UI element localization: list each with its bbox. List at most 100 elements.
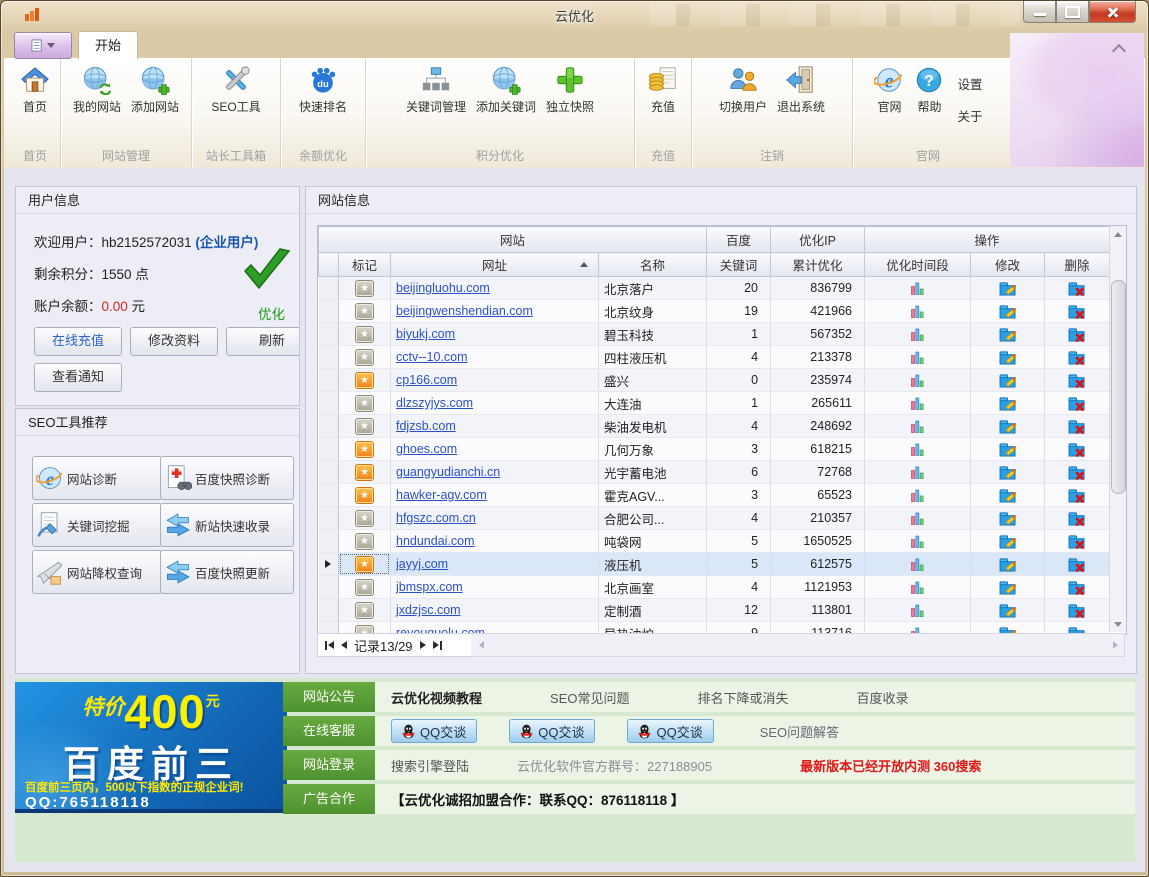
chart-icon[interactable] [911, 466, 924, 479]
star-icon[interactable]: ★ [355, 464, 374, 481]
ribbon-button-official-site[interactable]: e官网 [869, 63, 909, 117]
ribbon-button-help[interactable]: ?帮助 [909, 63, 949, 117]
table-row[interactable]: ★guangyudianchi.cn光宇蓄电池672768 [319, 461, 1110, 484]
mark-cell[interactable]: ★ [339, 346, 391, 369]
chart-icon[interactable] [911, 558, 924, 571]
chart-icon[interactable] [911, 535, 924, 548]
star-icon[interactable]: ★ [355, 303, 374, 320]
edit-icon[interactable] [999, 580, 1017, 595]
ribbon-button-add-keyword[interactable]: 添加关键词 [471, 63, 541, 117]
scroll-down-button[interactable] [1110, 616, 1126, 632]
column-header-edit[interactable]: 修改 [971, 253, 1045, 277]
edit-profile-button[interactable]: 修改资料 [130, 327, 218, 356]
chart-icon[interactable] [911, 351, 924, 364]
edit-icon[interactable] [999, 373, 1017, 388]
table-row[interactable]: ★cp166.com盛兴0235974 [319, 369, 1110, 392]
mark-cell[interactable]: ★ [339, 530, 391, 553]
table-row[interactable]: ★fdjzsb.com柴油发电机4248692 [319, 415, 1110, 438]
notice-link[interactable]: 百度收录 [857, 688, 909, 707]
site-demote-check-button[interactable]: 网站降权查询 [32, 550, 162, 594]
last-record-button[interactable] [433, 641, 442, 650]
chart-icon[interactable] [911, 328, 924, 341]
ribbon-button-seo-tools[interactable]: SEO工具 [206, 63, 265, 117]
app-menu-button[interactable] [14, 32, 72, 59]
prev-record-button[interactable] [341, 641, 347, 649]
delete-icon[interactable] [1068, 327, 1086, 342]
keyword-dig-button[interactable]: 关键词挖掘 [32, 503, 162, 547]
chart-icon[interactable] [911, 420, 924, 433]
delete-icon[interactable] [1068, 350, 1086, 365]
chart-icon[interactable] [911, 305, 924, 318]
mark-cell[interactable]: ★ [339, 277, 391, 300]
maximize-button[interactable] [1056, 1, 1089, 23]
delete-icon[interactable] [1068, 465, 1086, 480]
star-icon[interactable]: ★ [355, 326, 374, 343]
qq-chat-button[interactable]: QQ交谈 [627, 719, 713, 743]
scrollbar-thumb[interactable] [1111, 280, 1126, 494]
chart-icon[interactable] [911, 374, 924, 387]
view-notice-button[interactable]: 查看通知 [34, 363, 122, 392]
star-icon[interactable]: ★ [355, 441, 374, 458]
star-icon[interactable]: ★ [355, 533, 374, 550]
star-icon[interactable]: ★ [355, 510, 374, 527]
scroll-up-button[interactable] [1110, 226, 1126, 242]
site-link[interactable]: fdjzsb.com [396, 419, 456, 433]
site-link[interactable]: jbmspx.com [396, 580, 463, 594]
delete-icon[interactable] [1068, 442, 1086, 457]
star-icon[interactable]: ★ [355, 418, 374, 435]
edit-icon[interactable] [999, 534, 1017, 549]
mark-cell[interactable]: ★ [339, 484, 391, 507]
site-link[interactable]: biyukj.com [396, 327, 455, 341]
new-site-fast-index-button[interactable]: 新站快速收录 [160, 503, 294, 547]
chart-icon[interactable] [911, 282, 924, 295]
table-row[interactable]: ★jxdzjsc.com定制酒12113801 [319, 599, 1110, 622]
notice-link[interactable]: 云优化视频教程 [391, 688, 482, 707]
edit-icon[interactable] [999, 465, 1017, 480]
chart-icon[interactable] [911, 512, 924, 525]
column-header-url[interactable]: 网址 [391, 253, 599, 277]
column-header-name[interactable]: 名称 [599, 253, 707, 277]
column-header-period[interactable]: 优化时间段 [865, 253, 971, 277]
delete-icon[interactable] [1068, 281, 1086, 296]
site-link[interactable]: beijingluohu.com [396, 281, 490, 295]
delete-icon[interactable] [1068, 580, 1086, 595]
delete-icon[interactable] [1068, 304, 1086, 319]
tab-start[interactable]: 开始 [78, 31, 138, 59]
ribbon-button-quick-rank[interactable]: du快速排名 [294, 63, 352, 117]
chart-icon[interactable] [911, 443, 924, 456]
star-icon[interactable]: ★ [355, 487, 374, 504]
table-row[interactable]: ★cctv--10.com四柱液压机4213378 [319, 346, 1110, 369]
edit-icon[interactable] [999, 557, 1017, 572]
table-row[interactable]: ★hfgszc.com.cn合肥公司...4210357 [319, 507, 1110, 530]
table-row[interactable]: ★hndundai.com吨袋网51650525 [319, 530, 1110, 553]
mark-cell[interactable]: ★ [339, 553, 391, 576]
edit-icon[interactable] [999, 304, 1017, 319]
table-row[interactable]: ★jayyj.com液压机5612575 [319, 553, 1110, 576]
edit-icon[interactable] [999, 442, 1017, 457]
horizontal-scrollbar[interactable] [471, 633, 1125, 657]
collapse-ribbon-button[interactable] [1111, 42, 1127, 56]
table-row[interactable]: ★beijingwenshendian.com北京纹身19421966 [319, 300, 1110, 323]
qq-chat-button[interactable]: QQ交谈 [391, 719, 477, 743]
baidu-snapshot-update-button[interactable]: 百度快照更新 [160, 550, 294, 594]
star-icon[interactable]: ★ [355, 395, 374, 412]
site-link[interactable]: guangyudianchi.cn [396, 465, 500, 479]
first-record-button[interactable] [325, 641, 334, 650]
ribbon-button-about[interactable]: 关于 [953, 105, 986, 126]
mark-cell[interactable]: ★ [339, 369, 391, 392]
edit-icon[interactable] [999, 396, 1017, 411]
chart-icon[interactable] [911, 489, 924, 502]
mark-cell[interactable]: ★ [339, 323, 391, 346]
edit-icon[interactable] [999, 488, 1017, 503]
column-header-keywords[interactable]: 关键词 [707, 253, 771, 277]
table-row[interactable]: ★biyukj.com碧玉科技1567352 [319, 323, 1110, 346]
delete-icon[interactable] [1068, 488, 1086, 503]
notice-link[interactable]: SEO常见问题 [550, 688, 629, 707]
minimize-button[interactable] [1023, 1, 1056, 23]
site-link[interactable]: hawker-agv.com [396, 488, 487, 502]
column-header-delete[interactable]: 删除 [1045, 253, 1110, 277]
star-icon[interactable]: ★ [355, 280, 374, 297]
online-recharge-button[interactable]: 在线充值 [34, 327, 122, 356]
edit-icon[interactable] [999, 603, 1017, 618]
star-icon[interactable]: ★ [355, 349, 374, 366]
